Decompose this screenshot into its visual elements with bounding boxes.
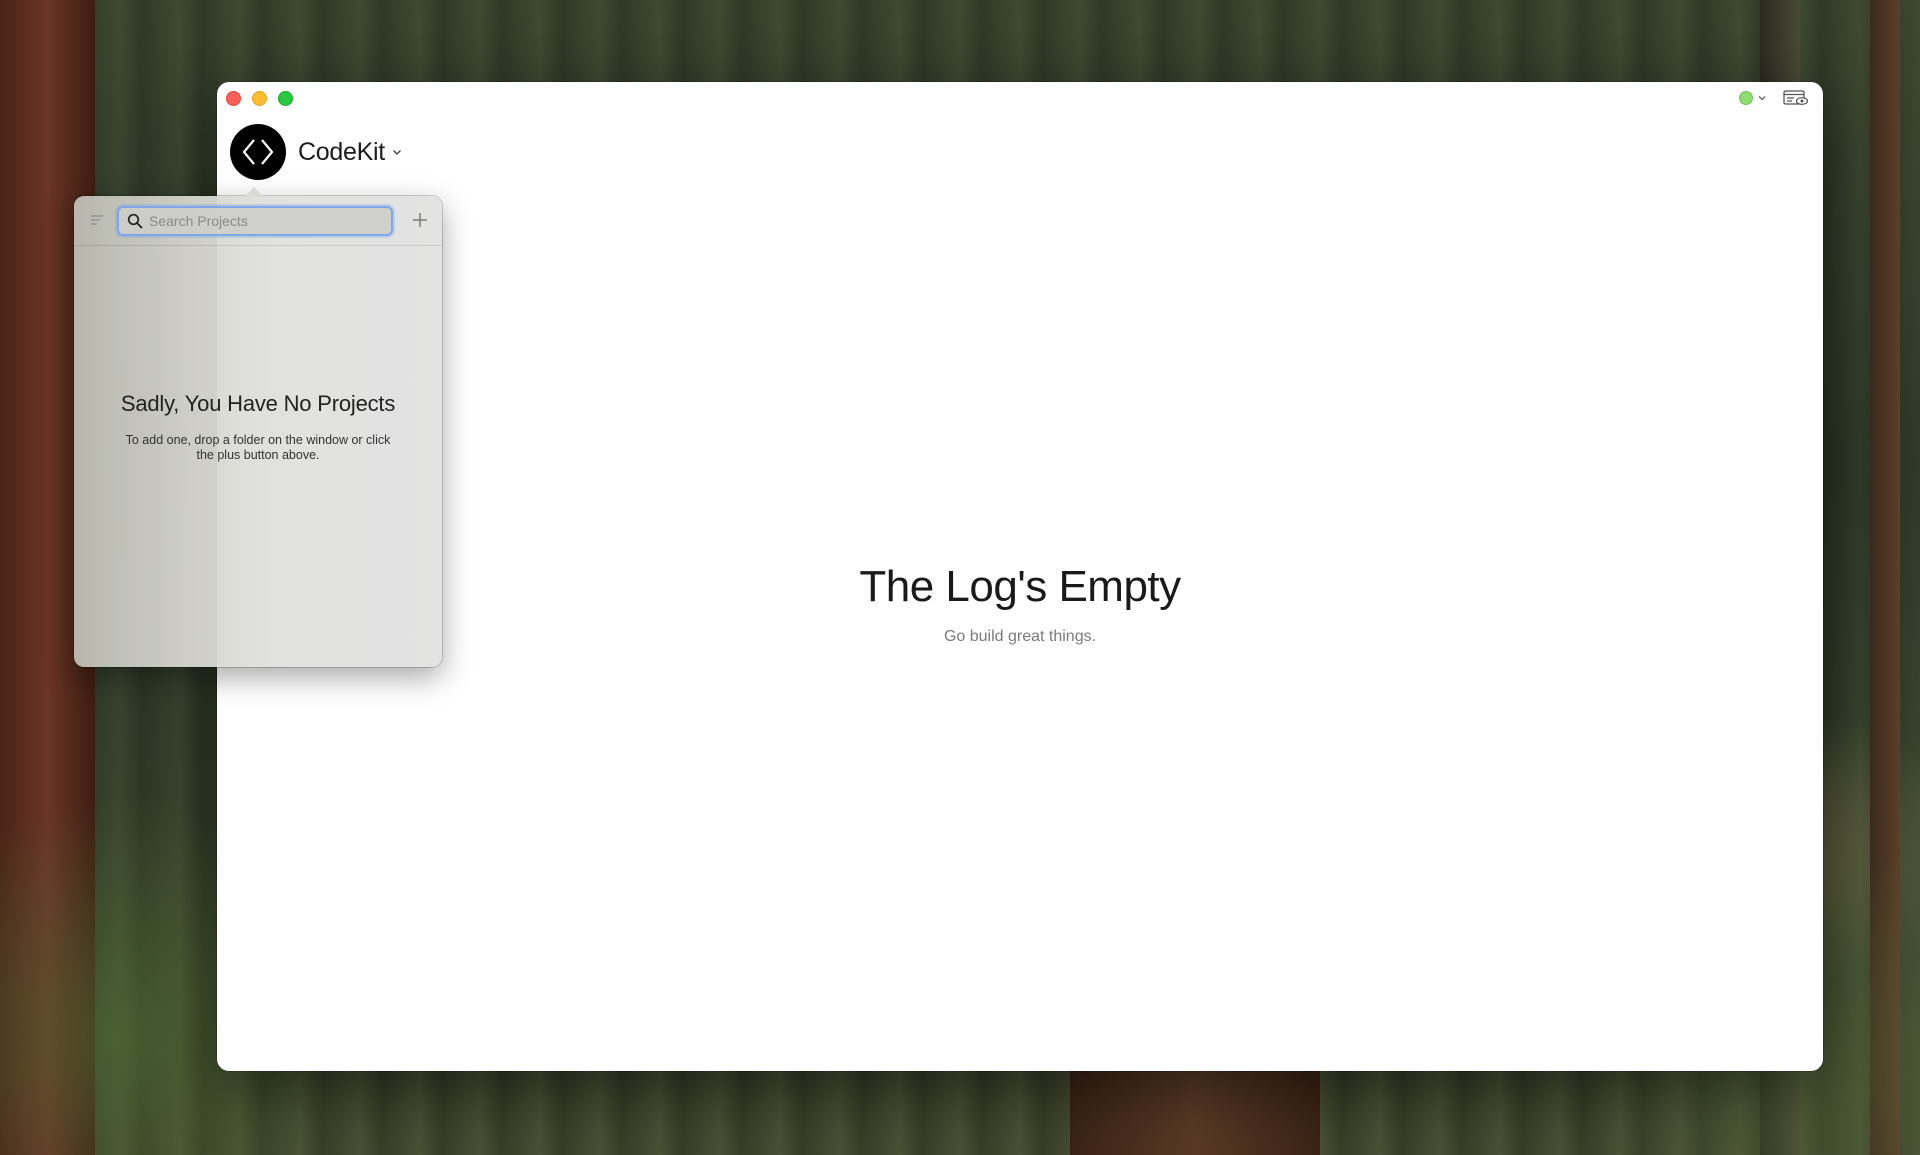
server-status-menu[interactable] bbox=[1739, 91, 1767, 105]
projects-popover: Sadly, You Have No Projects To add one, … bbox=[74, 187, 442, 667]
codekit-window: CodeKit The Log's Empty Go build great t… bbox=[217, 82, 1823, 1071]
search-input[interactable] bbox=[149, 208, 381, 234]
chevron-down-icon bbox=[1758, 96, 1766, 101]
search-icon bbox=[127, 213, 143, 229]
add-project-button[interactable] bbox=[411, 211, 429, 229]
close-window-button[interactable] bbox=[226, 91, 241, 106]
no-projects-empty-state: Sadly, You Have No Projects To add one, … bbox=[74, 391, 442, 463]
sort-menu-icon[interactable] bbox=[90, 213, 104, 227]
app-name: CodeKit bbox=[298, 137, 385, 166]
zoom-window-button[interactable] bbox=[278, 91, 293, 106]
chevron-down-icon bbox=[392, 150, 401, 155]
browser-preview-icon[interactable] bbox=[1783, 89, 1809, 107]
log-empty-title: The Log's Empty bbox=[859, 562, 1181, 611]
server-status-icon bbox=[1739, 91, 1753, 105]
no-projects-title: Sadly, You Have No Projects bbox=[120, 391, 396, 416]
toolbar-right bbox=[1739, 89, 1809, 107]
window-controls bbox=[226, 91, 293, 106]
log-empty-subtitle: Go build great things. bbox=[943, 628, 1097, 645]
log-empty-state: The Log's Empty Go build great things. bbox=[217, 562, 1823, 646]
code-brackets-icon bbox=[230, 124, 286, 180]
projects-toolbar bbox=[74, 196, 442, 246]
minimize-window-button[interactable] bbox=[252, 91, 267, 106]
search-projects-field[interactable] bbox=[117, 206, 393, 236]
project-switcher[interactable]: CodeKit bbox=[230, 124, 403, 180]
no-projects-description: To add one, drop a folder on the window … bbox=[125, 433, 391, 462]
